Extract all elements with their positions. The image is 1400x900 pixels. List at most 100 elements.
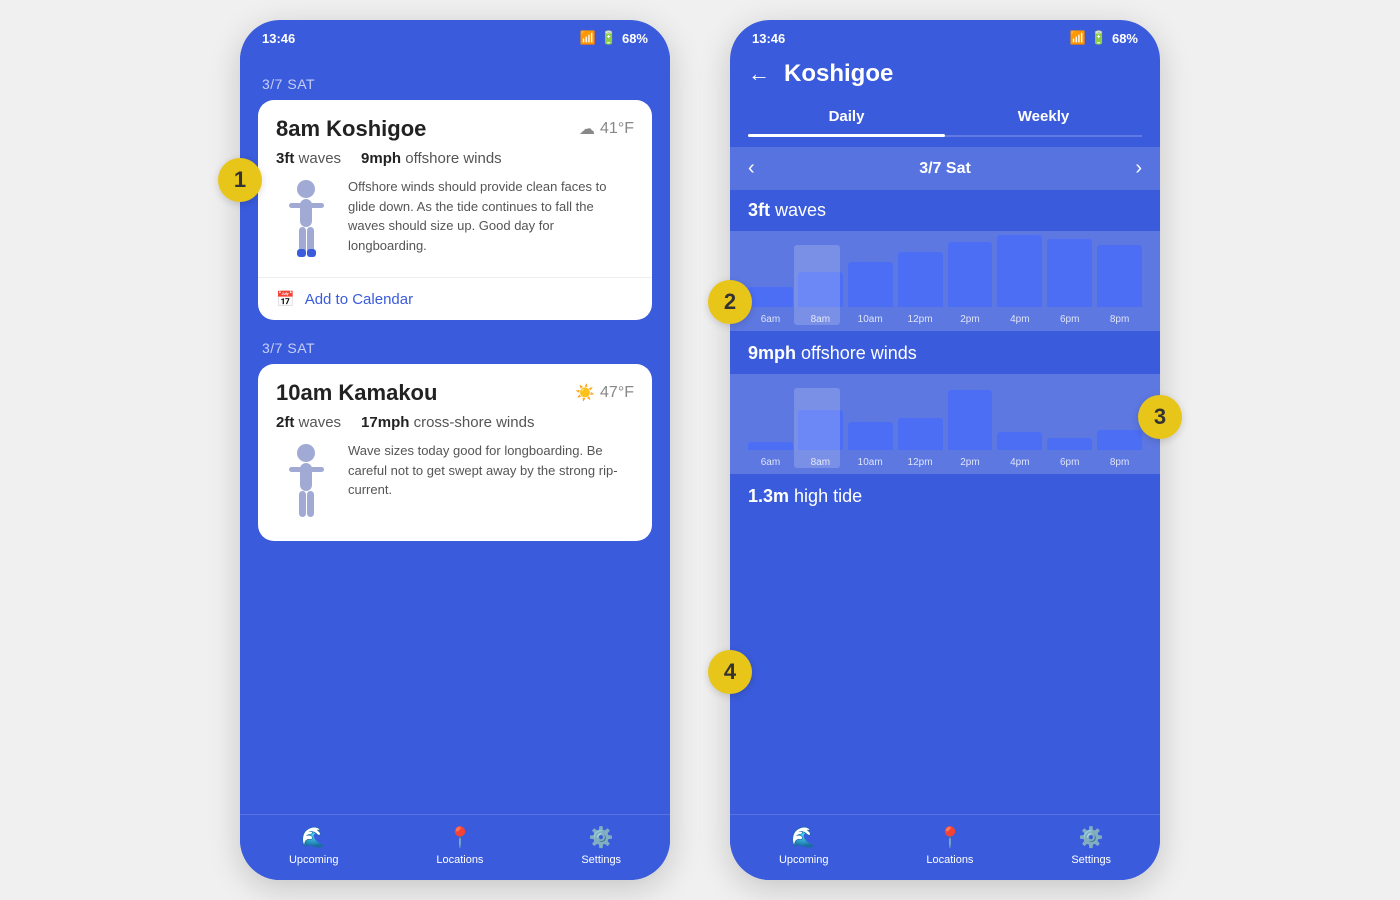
add-to-calendar-btn[interactable]: 📅 Add to Calendar [258,277,652,320]
wind-bar-label: 6am [761,457,780,468]
date-navigator: ‹ 3/7 Sat › [730,147,1160,190]
badge-1: 1 [218,158,262,202]
date-prev-btn[interactable]: ‹ [748,157,755,180]
card1-temp: ☁ 41°F [579,119,634,139]
left-battery-icon: 🔋 [601,30,617,46]
back-button[interactable]: ← [748,61,770,87]
wind-bar-group: 4pm [997,432,1042,468]
wind-bar [848,422,893,450]
current-date: 3/7 Sat [919,160,971,178]
right-upcoming-icon: 🌊 [791,825,816,850]
wave-bar-group: 12pm [898,252,943,325]
wind-bar [748,442,793,450]
card2-temp: ☀️ 47°F [575,383,634,403]
right-location-title: Koshigoe [784,60,893,88]
wind-bar-label: 8pm [1110,457,1129,468]
settings-icon: ⚙️ [589,825,614,850]
wind-section-header: 9mph offshore winds [730,333,1160,374]
wind-bar-group: 10am [848,422,893,468]
waves-section-header: 3ft waves [730,190,1160,231]
right-phone: 13:46 📶 🔋 68% ← Koshigoe Daily Weekly ‹ … [730,20,1160,880]
cloud-icon: ☁ [579,119,595,139]
card1-stats: 3ft waves 9mph offshore winds [258,150,652,177]
wave-bar [1097,245,1142,307]
date-label-2: 3/7 SAT [262,340,652,356]
right-battery-icon: 🔋 [1091,30,1107,46]
wave-bar-group: 6am [748,287,793,325]
right-scroll-content: 3ft waves 6am8am10am12pm2pm4pm6pm8pm 9mp… [730,190,1160,814]
wave-bar-label: 10am [858,314,883,325]
wave-bar-group: 2pm [948,242,993,325]
wave-bar-group: 10am [848,262,893,325]
left-nav-settings[interactable]: ⚙️ Settings [581,825,621,866]
card2-stats: 2ft waves 17mph cross-shore winds [258,414,652,441]
right-status-bar: 13:46 📶 🔋 68% [730,20,1160,52]
calendar-icon: 📅 [276,290,295,308]
badge-3: 3 [1138,395,1182,439]
wind-bar [1047,438,1092,450]
wind-bar [1097,430,1142,450]
card2-title: 10am Kamakou [276,380,565,406]
wind-bar [997,432,1042,450]
right-signal-icon: 📶 [1070,30,1086,46]
tab-daily[interactable]: Daily [748,100,945,135]
badge-4: 4 [708,650,752,694]
wave-bar [1047,239,1092,307]
left-scroll-content: 3/7 SAT 8am Koshigoe ☁ 41°F [240,52,670,814]
left-phone: 13:46 📶 🔋 68% 3/7 SAT 8am Koshigoe [240,20,670,880]
surf-card-2: 10am Kamakou ☀️ 47°F 2ft waves 17mph cro… [258,364,652,541]
wave-bar-label: 2pm [960,314,979,325]
wave-bar-label: 12pm [908,314,933,325]
waves-chart: 6am8am10am12pm2pm4pm6pm8pm [730,231,1160,331]
sun-icon: ☀️ [575,383,595,403]
wind-bar-label: 6pm [1060,457,1079,468]
wave-bar [848,262,893,307]
left-status-bar: 13:46 📶 🔋 68% [240,20,670,52]
left-nav-upcoming[interactable]: 🌊 Upcoming [289,825,339,866]
right-nav-upcoming[interactable]: 🌊 Upcoming [779,825,829,866]
wind-bar [948,390,993,450]
card1-title: 8am Koshigoe [276,116,569,142]
wind-bar-label: 4pm [1010,457,1029,468]
card2-desc: Wave sizes today good for longboarding. … [348,441,634,500]
wind-bar [898,418,943,450]
left-time: 13:46 [262,31,295,46]
right-nav-settings[interactable]: ⚙️ Settings [1071,825,1111,866]
left-bottom-nav: 🌊 Upcoming 📍 Locations ⚙️ Settings [240,814,670,880]
right-bottom-nav: 🌊 Upcoming 📍 Locations ⚙️ Settings [730,814,1160,880]
wind-bar-group: 2pm [948,390,993,468]
tide-section-header: 1.3m high tide [730,476,1160,517]
card1-time: 8am [276,116,320,141]
card2-body: Wave sizes today good for longboarding. … [258,441,652,541]
tab-weekly[interactable]: Weekly [945,100,1142,135]
wave-bar [997,235,1042,307]
right-nav-locations[interactable]: 📍 Locations [926,825,973,866]
left-signal-icon: 📶 [580,30,596,46]
date-label-1: 3/7 SAT [262,76,652,92]
upcoming-icon: 🌊 [301,825,326,850]
wave-bar-label: 8pm [1110,314,1129,325]
wave-bar-label: 6pm [1060,314,1079,325]
right-settings-icon: ⚙️ [1079,825,1104,850]
wind-bar-label: 12pm [908,457,933,468]
wave-bar-group: 8pm [1097,245,1142,325]
right-tabs: Daily Weekly [748,100,1142,137]
wind-bar-group: 6pm [1047,438,1092,468]
wind-bar-group: 12pm [898,418,943,468]
card1-location: Koshigoe [326,116,426,141]
locations-icon: 📍 [447,825,472,850]
wind-bar-group: 8pm [1097,430,1142,468]
wave-bar [748,287,793,307]
left-nav-locations[interactable]: 📍 Locations [436,825,483,866]
surfer-figure-2 [276,441,336,531]
wind-bar-label: 2pm [960,457,979,468]
surf-card-1: 8am Koshigoe ☁ 41°F 3ft waves 9mph offsh… [258,100,652,320]
badge-2: 2 [708,280,752,324]
card1-body: Offshore winds should provide clean face… [258,177,652,277]
surfer-figure-1 [276,177,336,267]
wind-bar-label: 10am [858,457,883,468]
right-battery-pct: 68% [1112,31,1138,46]
date-next-btn[interactable]: › [1135,157,1142,180]
left-battery-pct: 68% [622,31,648,46]
right-header: ← Koshigoe [730,52,1160,100]
